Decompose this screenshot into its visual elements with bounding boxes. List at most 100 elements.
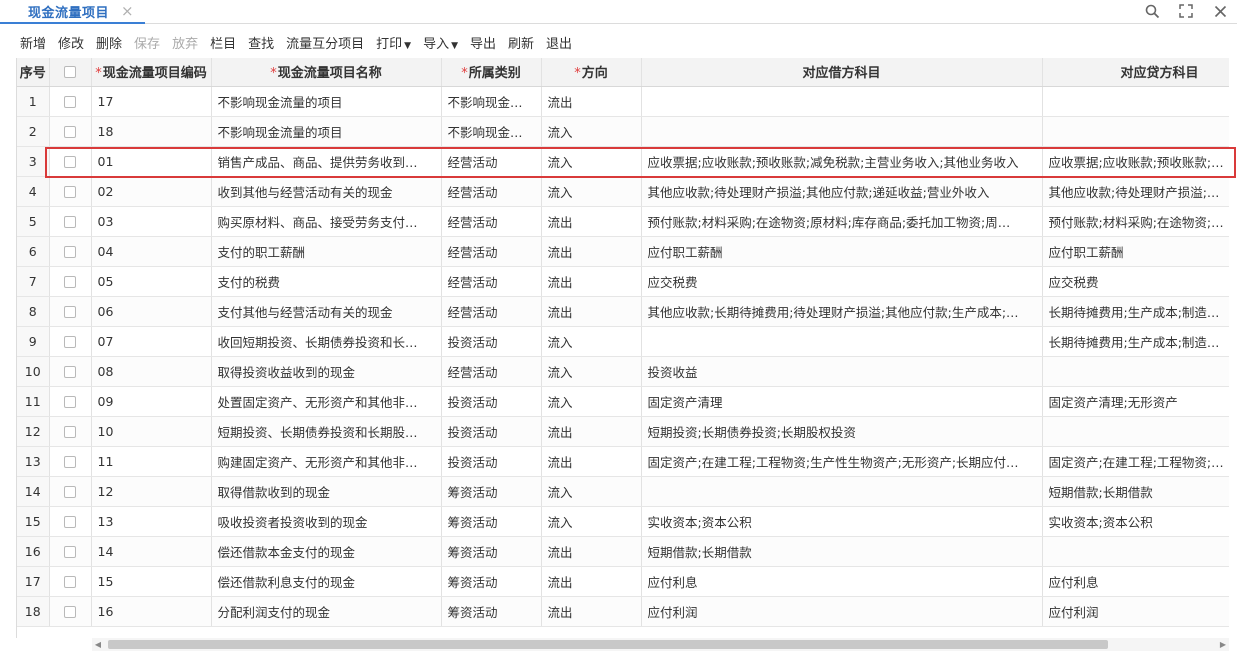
cell-category[interactable]: 投资活动 [441, 326, 542, 357]
cell-credit[interactable]: 固定资产;在建工程;工程物资;… [1042, 446, 1229, 477]
row-checkbox[interactable] [64, 306, 76, 318]
cell-name[interactable]: 销售产成品、商品、提供劳务收到… [211, 146, 442, 177]
cell-direction[interactable]: 流入 [541, 506, 642, 537]
cell-name[interactable]: 取得投资收益收到的现金 [211, 356, 442, 387]
cell-code[interactable]: 09 [91, 386, 212, 417]
cell-category[interactable]: 经营活动 [441, 146, 542, 177]
cell-debit[interactable] [641, 476, 1043, 507]
row-checkbox[interactable] [64, 486, 76, 498]
cell-name[interactable]: 不影响现金流量的项目 [211, 116, 442, 147]
row-checkbox[interactable] [64, 426, 76, 438]
table-row[interactable]: 18 16 分配利润支付的现金 筹资活动 流出 应付利润 应付利润 [17, 596, 1229, 627]
cell-name[interactable]: 短期投资、长期债券投资和长期股… [211, 416, 442, 447]
cell-category[interactable]: 投资活动 [441, 446, 542, 477]
horizontal-scrollbar[interactable]: ◀ ▶ [92, 638, 1229, 651]
cell-debit[interactable]: 实收资本;资本公积 [641, 506, 1043, 537]
cell-credit[interactable]: 应付利润 [1042, 596, 1229, 627]
cell-code[interactable]: 16 [91, 596, 212, 627]
row-checkbox-cell[interactable] [49, 596, 92, 627]
cell-category[interactable]: 经营活动 [441, 266, 542, 297]
row-checkbox-cell[interactable] [49, 476, 92, 507]
cell-category[interactable]: 投资活动 [441, 416, 542, 447]
toolbar-button-9[interactable]: 导入 ▼ [423, 33, 458, 52]
cell-name[interactable]: 购建固定资产、无形资产和其他非… [211, 446, 442, 477]
cell-credit[interactable]: 短期借款;长期借款 [1042, 476, 1229, 507]
cell-debit[interactable]: 投资收益 [641, 356, 1043, 387]
row-checkbox-cell[interactable] [49, 536, 92, 567]
row-checkbox[interactable] [64, 276, 76, 288]
cell-code[interactable]: 02 [91, 176, 212, 207]
cell-name[interactable]: 偿还借款本金支付的现金 [211, 536, 442, 567]
select-all-checkbox[interactable] [64, 65, 76, 78]
cell-direction[interactable]: 流入 [541, 176, 642, 207]
cell-name[interactable]: 收到其他与经营活动有关的现金 [211, 176, 442, 207]
cell-debit[interactable]: 短期投资;长期债券投资;长期股权投资 [641, 416, 1043, 447]
cell-name[interactable]: 处置固定资产、无形资产和其他非… [211, 386, 442, 417]
cell-category[interactable]: 筹资活动 [441, 506, 542, 537]
row-checkbox-cell[interactable] [49, 236, 92, 267]
cell-category[interactable]: 经营活动 [441, 206, 542, 237]
row-checkbox-cell[interactable] [49, 176, 92, 207]
table-row[interactable]: 12 10 短期投资、长期债券投资和长期股… 投资活动 流出 短期投资;长期债券投资;长期… [17, 416, 1229, 447]
cell-direction[interactable]: 流入 [541, 476, 642, 507]
column-header-chk[interactable] [49, 58, 92, 87]
cell-direction[interactable]: 流出 [541, 536, 642, 567]
table-row[interactable]: 4 02 收到其他与经营活动有关的现金 经营活动 流入 其他应收款;待处理财产损溢;其他应… [17, 176, 1229, 207]
row-checkbox[interactable] [64, 186, 76, 198]
cell-debit[interactable]: 固定资产清理 [641, 386, 1043, 417]
cell-debit[interactable]: 应收票据;应收账款;预收账款;减免税款;主营业务收入;其他业务收入 [641, 146, 1043, 177]
row-checkbox-cell[interactable] [49, 446, 92, 477]
cell-direction[interactable]: 流出 [541, 296, 642, 327]
row-checkbox[interactable] [64, 576, 76, 588]
cell-code[interactable]: 01 [91, 146, 212, 177]
cell-debit[interactable]: 应付利息 [641, 566, 1043, 597]
scroll-right-icon[interactable]: ▶ [1217, 638, 1229, 651]
cell-category[interactable]: 不影响现金… [441, 86, 542, 117]
toolbar-button-11[interactable]: 刷新 [508, 33, 534, 52]
cell-debit[interactable]: 预付账款;材料采购;在途物资;原材料;库存商品;委托加工物资;周… [641, 206, 1043, 237]
cell-credit[interactable]: 其他应收款;待处理财产损溢;… [1042, 176, 1229, 207]
cell-category[interactable]: 筹资活动 [441, 566, 542, 597]
cell-code[interactable]: 06 [91, 296, 212, 327]
cell-name[interactable]: 支付其他与经营活动有关的现金 [211, 296, 442, 327]
cell-category[interactable]: 经营活动 [441, 236, 542, 267]
maximize-icon[interactable] [1169, 0, 1203, 22]
row-checkbox[interactable] [64, 216, 76, 228]
toolbar-button-8[interactable]: 打印 ▼ [376, 33, 411, 52]
toolbar-button-6[interactable]: 查找 [248, 33, 274, 52]
cell-direction[interactable]: 流入 [541, 116, 642, 147]
cell-credit[interactable]: 固定资产清理;无形资产 [1042, 386, 1229, 417]
row-checkbox-cell[interactable] [49, 296, 92, 327]
row-checkbox-cell[interactable] [49, 356, 92, 387]
column-header-direction[interactable]: *方向 [541, 58, 642, 87]
row-checkbox[interactable] [64, 246, 76, 258]
toolbar-button-1[interactable]: 修改 [58, 33, 84, 52]
cell-category[interactable]: 经营活动 [441, 296, 542, 327]
cell-debit[interactable] [641, 326, 1043, 357]
toolbar-button-2[interactable]: 删除 [96, 33, 122, 52]
row-checkbox-cell[interactable] [49, 386, 92, 417]
toolbar-button-4[interactable]: 放弃 [172, 33, 198, 52]
table-row[interactable]: 10 08 取得投资收益收到的现金 经营活动 流入 投资收益 [17, 356, 1229, 387]
toolbar-button-7[interactable]: 流量互分项目 [286, 33, 364, 52]
cell-credit[interactable]: 应付利息 [1042, 566, 1229, 597]
cell-direction[interactable]: 流出 [541, 416, 642, 447]
table-row[interactable]: 11 09 处置固定资产、无形资产和其他非… 投资活动 流入 固定资产清理 固定资产清理;无… [17, 386, 1229, 417]
cell-direction[interactable]: 流入 [541, 356, 642, 387]
search-icon[interactable] [1135, 0, 1169, 22]
scrollbar-thumb[interactable] [108, 640, 1108, 649]
table-row[interactable]: 1 17 不影响现金流量的项目 不影响现金… 流出 [17, 86, 1229, 117]
row-checkbox-cell[interactable] [49, 506, 92, 537]
cell-code[interactable]: 14 [91, 536, 212, 567]
cell-credit[interactable]: 应收票据;应收账款;预收账款;… [1042, 146, 1229, 177]
table-row[interactable]: 3 01 销售产成品、商品、提供劳务收到… 经营活动 流入 应收票据;应收账款;预收账款;… [17, 146, 1229, 177]
row-checkbox-cell[interactable] [49, 146, 92, 177]
cell-category[interactable]: 经营活动 [441, 356, 542, 387]
cell-direction[interactable]: 流出 [541, 236, 642, 267]
cell-direction[interactable]: 流入 [541, 386, 642, 417]
cell-code[interactable]: 18 [91, 116, 212, 147]
row-checkbox-cell[interactable] [49, 206, 92, 237]
cell-code[interactable]: 12 [91, 476, 212, 507]
cell-code[interactable]: 03 [91, 206, 212, 237]
row-checkbox-cell[interactable] [49, 416, 92, 447]
